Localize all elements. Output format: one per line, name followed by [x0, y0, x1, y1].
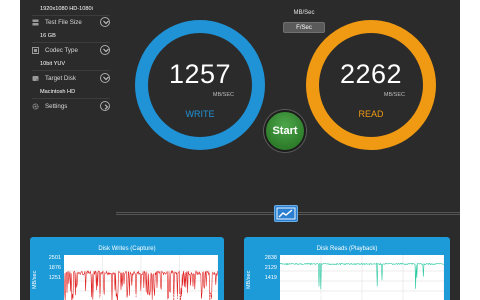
unit-mbsec-button[interactable]: MB/Sec	[283, 8, 325, 19]
disk-reads-panel: Disk Reads (Playback) MB/sec 2838 2129 1…	[244, 237, 450, 300]
settings-label: Settings	[45, 103, 68, 110]
codec-type-row[interactable]: Codec Type	[32, 45, 110, 57]
disk-writes-title: Disk Writes (Capture)	[98, 246, 156, 252]
reads-x-tick: 2325	[394, 294, 407, 300]
target-disk-row[interactable]: Target Disk	[32, 73, 110, 85]
graph-toggle-button[interactable]	[274, 205, 298, 222]
writes-x-tick: 775	[96, 294, 106, 300]
target-disk-label: Target Disk	[45, 75, 76, 82]
read-speed-value: 2262	[339, 59, 403, 89]
chevron-down-icon[interactable]	[100, 45, 110, 55]
writes-x-tick: 1550	[132, 294, 145, 300]
reads-y-tick: 2129	[264, 265, 277, 271]
divider	[32, 70, 110, 71]
disk-writes-panel: Disk Writes (Capture) MB/sec 2501 1876 1…	[30, 237, 224, 300]
start-button[interactable]: Start	[264, 110, 306, 152]
disk-reads-title: Disk Reads (Playback)	[316, 246, 378, 252]
chevron-down-icon[interactable]	[100, 73, 110, 83]
target-disk-value: Macintosh HD	[40, 89, 76, 95]
write-gauge: 1257 MB/SEC WRITE	[135, 20, 265, 150]
divider	[32, 42, 110, 43]
reads-x-tick: 3101	[432, 294, 445, 300]
writes-y-tick: 2501	[48, 255, 61, 261]
writes-y-tick: 1251	[48, 275, 61, 281]
disk-icon	[32, 76, 39, 81]
gear-icon	[32, 103, 39, 110]
write-label: WRITE	[185, 109, 215, 119]
read-gauge: 2262 MB/SEC READ	[306, 20, 436, 150]
divider	[32, 98, 110, 99]
reads-y-axis-label: MB/sec	[246, 270, 252, 289]
write-speed-value: 1257	[168, 59, 232, 89]
chevron-right-icon[interactable]	[100, 101, 110, 111]
writes-y-axis-label: MB/sec	[32, 270, 38, 289]
divider	[32, 15, 110, 16]
storage-icon	[32, 19, 39, 26]
test-file-size-value: 16 GB	[40, 33, 56, 39]
reads-y-tick: 2838	[264, 255, 277, 261]
reads-x-tick: 1550	[354, 294, 367, 300]
writes-x-tick: 2325	[170, 294, 183, 300]
read-speed-unit: MB/SEC	[383, 92, 405, 98]
film-icon	[32, 47, 39, 54]
app-window: 1920x1080 HD-1080i Test File Size 16 GB …	[20, 0, 460, 300]
writes-y-tick: 1876	[48, 265, 61, 271]
resolution-value: 1920x1080 HD-1080i	[40, 6, 93, 12]
test-file-size-label: Test File Size	[45, 19, 82, 26]
line-graph-icon	[276, 207, 296, 220]
write-speed-unit: MB/SEC	[212, 92, 234, 98]
settings-sidebar: 1920x1080 HD-1080i Test File Size 16 GB …	[20, 0, 112, 118]
chevron-down-icon[interactable]	[100, 17, 110, 27]
reads-x-tick: 775	[316, 294, 326, 300]
writes-x-tick: 3101	[206, 294, 219, 300]
test-file-size-row[interactable]: Test File Size	[32, 17, 110, 29]
codec-type-value: 10bit YUV	[40, 61, 66, 67]
settings-row[interactable]: Settings	[32, 101, 110, 113]
unit-fsec-button[interactable]: F/Sec	[283, 22, 325, 33]
reads-y-tick: 1419	[264, 275, 277, 281]
codec-type-label: Codec Type	[45, 47, 78, 54]
read-label: READ	[358, 109, 384, 119]
